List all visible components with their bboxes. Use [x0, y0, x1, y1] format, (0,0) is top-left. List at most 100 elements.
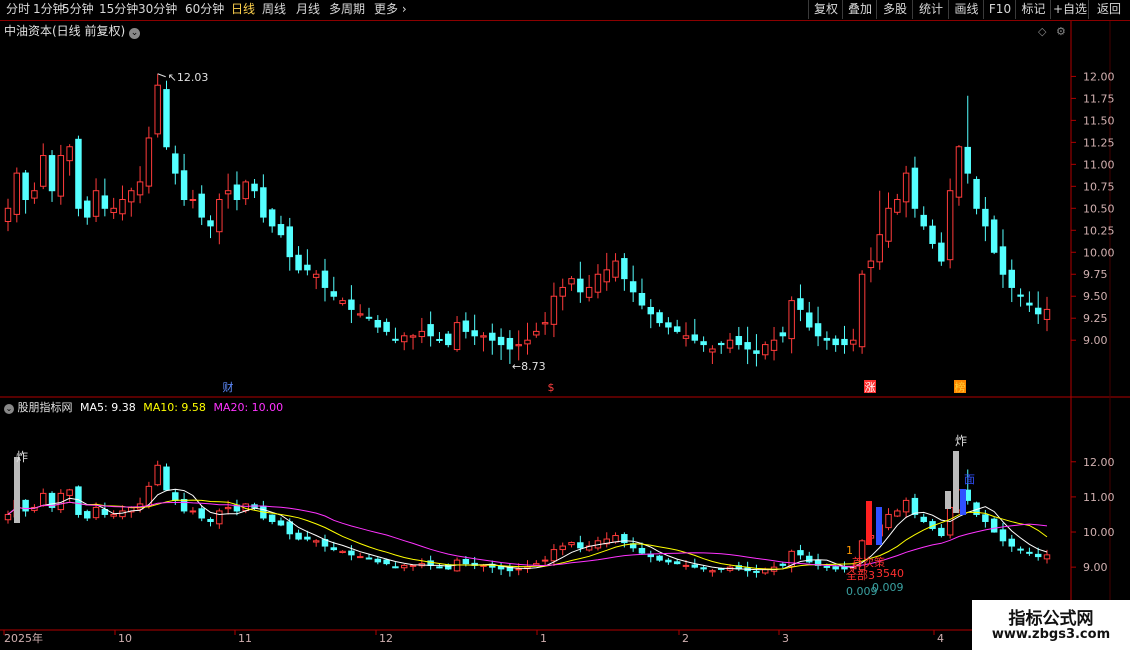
candle-body [762, 344, 769, 356]
candle-body [172, 153, 179, 174]
candle-body [700, 341, 707, 346]
candle-body [929, 225, 936, 244]
candle-body [850, 339, 857, 345]
indicator-candles [4, 460, 1051, 578]
candle-body [515, 568, 522, 571]
period-tab-7[interactable]: 周线 [262, 2, 286, 17]
candle-body [418, 330, 426, 338]
candle-body [1043, 308, 1051, 320]
toolbar-button-0[interactable]: 复权 [808, 0, 843, 19]
high-label: ↖12.03 [168, 71, 209, 84]
period-tab-0[interactable]: 分时 [6, 2, 30, 17]
y-tick-label: 11.25 [1083, 136, 1115, 149]
candle-body [990, 518, 998, 533]
candle-body [806, 312, 813, 328]
candle-body [673, 561, 681, 565]
candle-body [84, 511, 91, 519]
candle-body [277, 520, 285, 526]
annotation-4: 3540 [876, 567, 904, 580]
candle-body [374, 319, 382, 328]
period-tab-9[interactable]: 多周期 [329, 2, 365, 17]
candle-body [779, 563, 787, 566]
candle-body [348, 299, 355, 310]
candle-body [4, 513, 12, 521]
candle-body [621, 258, 628, 280]
candle-body [84, 200, 91, 218]
y-tick-label: 9.25 [1083, 312, 1108, 325]
candle-body [216, 199, 223, 233]
candle-body [365, 316, 373, 319]
candle-body [110, 513, 117, 517]
period-tab-4[interactable]: 30分钟 [138, 2, 177, 17]
candle-body [356, 556, 364, 559]
period-tab-10[interactable]: 更多 › [374, 2, 407, 17]
candle-body [577, 542, 584, 549]
candle-body [489, 332, 496, 341]
candle-body [277, 224, 285, 236]
candle-body [533, 330, 540, 336]
toolbar-button-3[interactable]: 统计 [912, 0, 949, 19]
candle-body [788, 300, 795, 340]
period-tab-6[interactable]: 日线 [231, 2, 255, 17]
candle-body [374, 558, 382, 563]
candle-body [392, 566, 399, 569]
toolbar-button-1[interactable]: 叠加 [842, 0, 877, 19]
watermark: 指标公式网 www.zbgs3.com [972, 600, 1130, 650]
candle-body [999, 529, 1007, 542]
candle-body [409, 564, 417, 567]
candle-body [647, 306, 655, 315]
candle-body [1043, 554, 1051, 560]
candle-body [832, 566, 839, 570]
candle-body [744, 342, 751, 350]
toolbar-button-2[interactable]: 多股 [876, 0, 913, 19]
y-tick-label: 11.75 [1083, 92, 1115, 105]
y-tick-label: 11.00 [1083, 158, 1115, 171]
candle-body [568, 278, 575, 285]
candle-body [735, 336, 743, 346]
candle-body [365, 557, 373, 560]
diamond-icon: ◇ [1038, 25, 1047, 38]
period-tab-3[interactable]: 15分钟 [99, 2, 138, 17]
toolbar-button-5[interactable]: F10 [983, 0, 1016, 19]
candle-body [938, 527, 945, 537]
x-tick-label-0: 2025年 [4, 631, 43, 645]
candle-body [312, 540, 320, 543]
toolbar-button-8[interactable]: 返回 [1088, 0, 1129, 19]
event-marker-3: 榜 [955, 380, 966, 394]
candle-body [603, 269, 610, 283]
kline-chart[interactable]: 12.00 11.75 11.50 11.25 11.00 10.75 10.50 10.25… [0, 21, 1130, 650]
candle-body [806, 555, 813, 563]
period-tab-1[interactable]: 1分钟 [33, 2, 65, 17]
candle-body [559, 286, 566, 297]
ma5-label: MA5: 9.38 [80, 401, 136, 414]
annotation-3: 全部3 [846, 568, 875, 582]
candle-body [436, 338, 443, 341]
toolbar-button-4[interactable]: 画线 [948, 0, 984, 19]
candle-body [902, 172, 910, 203]
period-tab-5[interactable]: 60分钟 [185, 2, 224, 17]
x-tick-label-3: 12 [379, 632, 393, 645]
period-tab-8[interactable]: 月线 [296, 2, 320, 17]
event-marker-0: 财 [223, 380, 234, 394]
candle-body [938, 242, 945, 262]
y-tick-label: 11.00 [1083, 491, 1115, 504]
candle-body [445, 564, 452, 570]
candle-body [550, 549, 558, 562]
candle-body [321, 270, 329, 288]
candle-body [189, 510, 197, 513]
toolbar-button-6[interactable]: 标记 [1015, 0, 1051, 19]
ma10-line [7, 499, 1048, 570]
signal-bar-left [14, 457, 20, 523]
x-tick-label-2: 11 [238, 632, 252, 645]
candle-body [1034, 553, 1042, 558]
candle-body [286, 226, 293, 258]
candle-body [4, 207, 12, 222]
candle-body [31, 190, 38, 199]
candle-body [304, 536, 311, 540]
event-marker-2: 涨 [865, 381, 876, 394]
candle-body [462, 320, 470, 332]
y-tick-label: 10.50 [1083, 202, 1115, 215]
candle-body [251, 183, 258, 192]
period-tab-2[interactable]: 5分钟 [62, 2, 94, 17]
toolbar-button-7[interactable]: +自选 [1050, 0, 1089, 19]
